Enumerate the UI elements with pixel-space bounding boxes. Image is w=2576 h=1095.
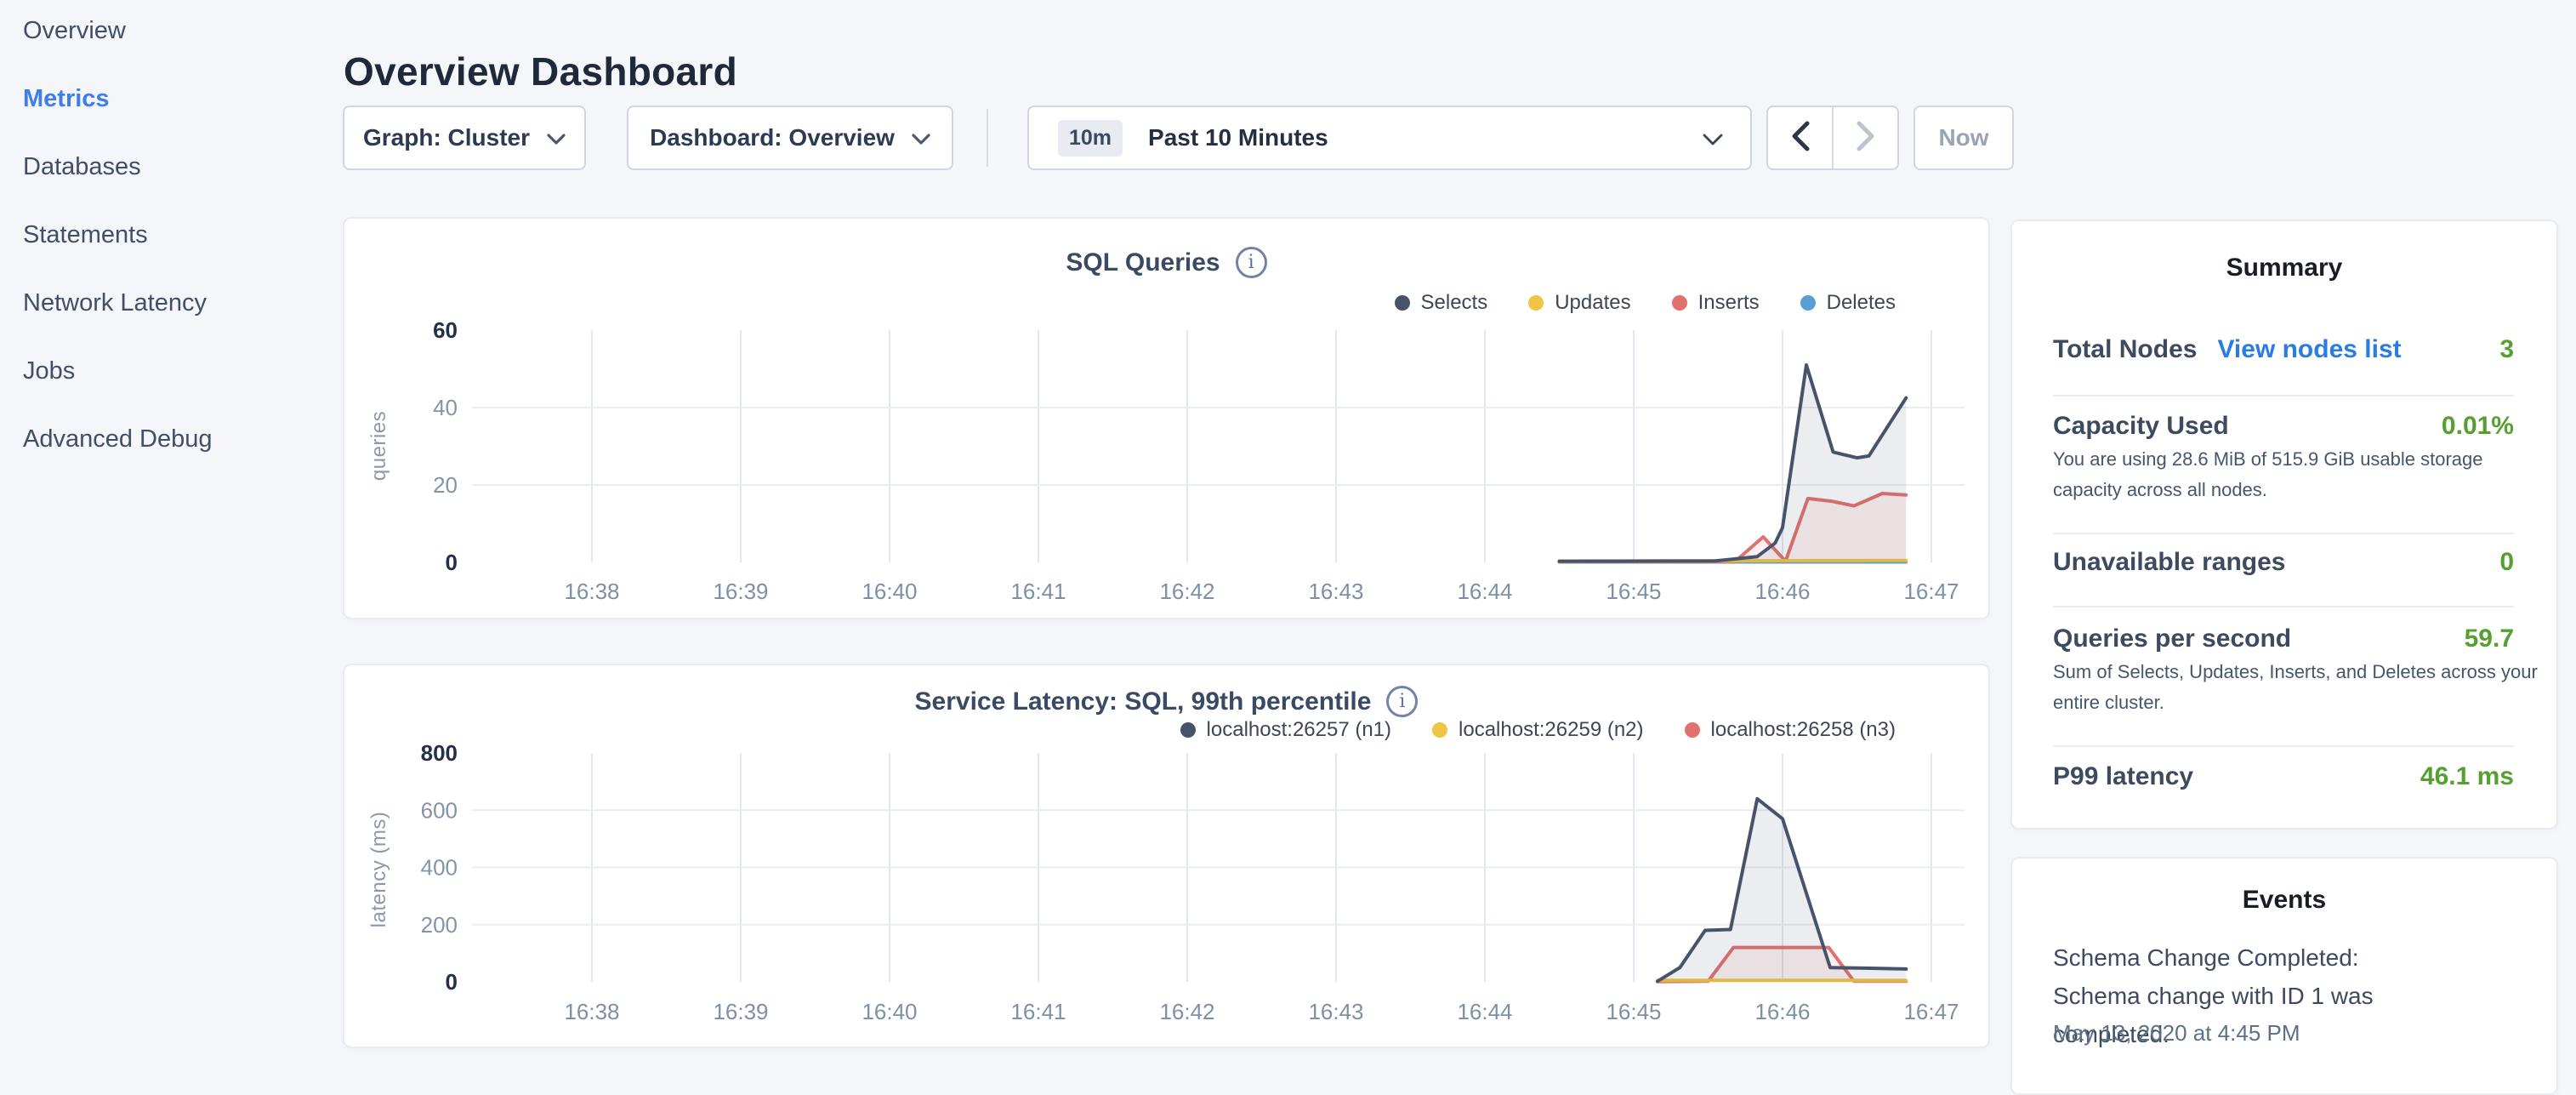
p99-latency-value: 46.1 ms [2420, 762, 2514, 791]
svg-text:16:46: 16:46 [1754, 999, 1810, 1024]
dashboard-selector-dropdown[interactable]: Dashboard: Overview [627, 106, 953, 170]
now-button[interactable]: Now [1914, 106, 2014, 170]
svg-text:16:41: 16:41 [1010, 999, 1066, 1024]
svg-text:800: 800 [421, 740, 458, 766]
events-title: Events [2012, 886, 2556, 915]
step-forward-button[interactable] [1834, 107, 1897, 168]
chevron-right-icon [1857, 121, 1875, 156]
svg-text:16:40: 16:40 [862, 579, 917, 604]
divider [2053, 606, 2514, 607]
qps-label: Queries per second [2053, 624, 2291, 653]
chevron-down-icon [912, 124, 930, 151]
svg-text:0: 0 [446, 969, 458, 995]
svg-text:16:45: 16:45 [1606, 579, 1661, 604]
events-panel: Events Schema Change Completed: Schema c… [2010, 857, 2558, 1095]
svg-text:16:38: 16:38 [564, 999, 619, 1024]
summary-row-p99-latency: P99 latency 46.1 ms [2053, 762, 2514, 791]
svg-text:16:46: 16:46 [1754, 579, 1810, 604]
divider [2053, 533, 2514, 534]
dashboard-selector-label: Dashboard: Overview [650, 124, 895, 151]
svg-text:20: 20 [433, 472, 458, 498]
chevron-down-icon [547, 124, 566, 151]
svg-text:0: 0 [446, 550, 458, 575]
svg-text:16:47: 16:47 [1903, 999, 1959, 1024]
step-back-button[interactable] [1768, 107, 1834, 168]
time-window-label: Past 10 Minutes [1148, 124, 1328, 151]
sidebar-item-network-latency[interactable]: Network Latency [23, 289, 207, 317]
summary-row-unavailable-ranges: Unavailable ranges 0 [2053, 548, 2514, 577]
summary-row-total-nodes: Total Nodes View nodes list 3 [2053, 335, 2514, 364]
sidebar-item-metrics[interactable]: Metrics [23, 85, 110, 113]
qps-description: Sum of Selects, Updates, Inserts, and De… [2053, 657, 2538, 718]
svg-text:400: 400 [421, 855, 458, 881]
total-nodes-label: Total Nodes [2053, 335, 2197, 363]
svg-text:16:38: 16:38 [564, 579, 619, 604]
summary-title: Summary [2012, 254, 2556, 282]
qps-value: 59.7 [2465, 624, 2514, 653]
svg-text:16:47: 16:47 [1903, 579, 1959, 604]
controls-divider [987, 109, 988, 167]
svg-text:16:44: 16:44 [1457, 999, 1512, 1024]
view-nodes-list-link[interactable]: View nodes list [2217, 335, 2401, 363]
sql-queries-plot: 16:38 16:39 16:40 16:41 16:42 16:43 16:44 16:45… [344, 219, 1992, 621]
svg-text:60: 60 [433, 317, 458, 343]
chevron-left-icon [1791, 121, 1810, 156]
summary-row-qps: Queries per second 59.7 [2053, 624, 2514, 653]
time-window-badge: 10m [1058, 120, 1123, 157]
page-title: Overview Dashboard [344, 48, 737, 94]
time-range-selector[interactable]: 10m Past 10 Minutes [1027, 106, 1752, 170]
svg-text:16:39: 16:39 [713, 579, 768, 604]
p99-latency-label: P99 latency [2053, 762, 2193, 791]
capacity-used-description: You are using 28.6 MiB of 515.9 GiB usab… [2053, 444, 2538, 505]
unavailable-ranges-label: Unavailable ranges [2053, 548, 2285, 577]
event-timestamp: May 13, 2020 at 4:45 PM [2053, 1020, 2300, 1047]
svg-text:200: 200 [421, 912, 458, 938]
total-nodes-value: 3 [2499, 335, 2514, 364]
time-step-buttons [1766, 106, 1899, 170]
svg-text:40: 40 [433, 395, 458, 420]
summary-panel: Summary Total Nodes View nodes list 3 Cap… [2010, 220, 2558, 830]
capacity-used-value: 0.01% [2442, 412, 2514, 441]
svg-text:16:43: 16:43 [1308, 579, 1363, 604]
chevron-down-icon [1703, 134, 1723, 151]
svg-text:16:39: 16:39 [713, 999, 768, 1024]
capacity-used-label: Capacity Used [2053, 412, 2229, 441]
sql-queries-chart-card: SQL Queries i SelectsUpdatesInsertsDelet… [343, 217, 1990, 619]
svg-text:600: 600 [421, 797, 458, 823]
divider [2053, 745, 2514, 747]
graph-selector-dropdown[interactable]: Graph: Cluster [343, 106, 586, 170]
sidebar-item-databases[interactable]: Databases [23, 153, 141, 181]
service-latency-plot: 16:38 16:39 16:40 16:41 16:42 16:43 16:44 16:45… [344, 665, 1992, 1050]
service-latency-chart-card: Service Latency: SQL, 99th percentile i … [343, 664, 1990, 1048]
sidebar-item-overview[interactable]: Overview [23, 17, 126, 45]
svg-text:16:41: 16:41 [1010, 579, 1066, 604]
sidebar-item-statements[interactable]: Statements [23, 221, 148, 249]
unavailable-ranges-value: 0 [2499, 548, 2514, 577]
sidebar-item-advanced-debug[interactable]: Advanced Debug [23, 425, 213, 453]
graph-selector-label: Graph: Cluster [363, 124, 530, 151]
svg-text:16:42: 16:42 [1159, 999, 1214, 1024]
svg-text:16:42: 16:42 [1159, 579, 1214, 604]
sidebar-item-jobs[interactable]: Jobs [23, 357, 75, 385]
svg-text:16:44: 16:44 [1457, 579, 1512, 604]
divider [2053, 395, 2514, 396]
svg-text:16:40: 16:40 [862, 999, 917, 1024]
svg-text:16:45: 16:45 [1606, 999, 1661, 1024]
summary-row-capacity: Capacity Used 0.01% [2053, 412, 2514, 441]
svg-text:16:43: 16:43 [1308, 999, 1363, 1024]
